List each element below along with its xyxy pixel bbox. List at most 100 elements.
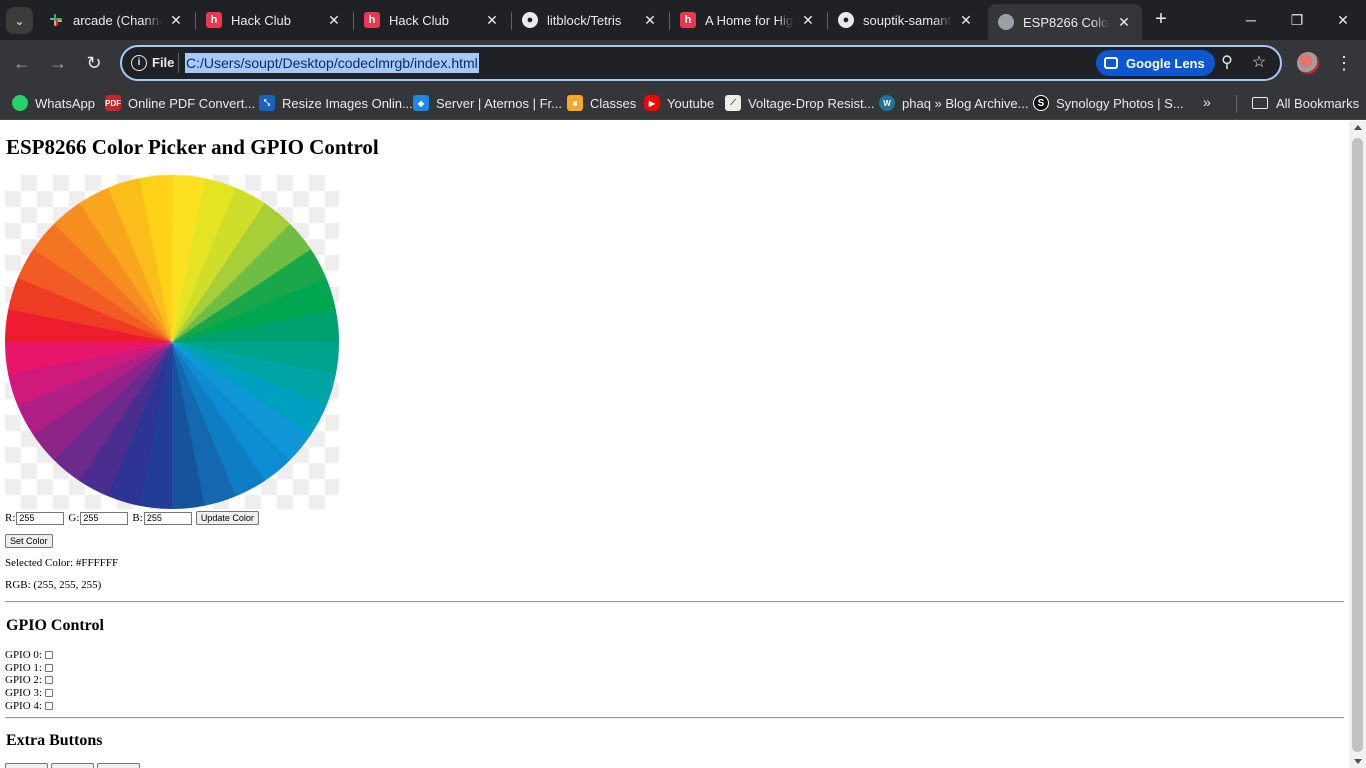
close-icon[interactable]: ✕ [800,12,816,29]
lens-icon [1104,57,1118,69]
tab-2[interactable]: h Hack Club ✕ [354,4,510,36]
bookmark-label: WhatsApp [35,95,95,111]
bookmark-label: Online PDF Convert... [128,95,256,111]
bookmark-youtube[interactable]: ▶ Youtube [644,92,714,114]
bookmark-resize[interactable]: ⤡ Resize Images Onlin... [259,92,413,114]
close-window-button[interactable]: ✕ [1320,0,1366,40]
scrollbar-thumb[interactable] [1352,138,1363,752]
bookmark-classes[interactable]: ■ Classes [567,92,636,114]
bookmark-phaq[interactable]: W phaq » Blog Archive... [879,92,1028,114]
selected-color-text: Selected Color: #FFFFFF [5,557,119,569]
extra-button-3[interactable] [97,763,140,768]
tab-title: Hack Club [231,12,291,28]
gpio-label: GPIO 3: [5,687,42,699]
all-bookmarks-label: All Bookmarks [1276,95,1360,111]
r-input[interactable] [16,511,65,525]
bookmark-synology[interactable]: S Synology Photos | S... [1033,92,1184,114]
tab-title: ESP8266 Color Picker [1023,14,1110,30]
hackclub-icon: h [364,12,380,28]
g-label: G: [68,512,80,524]
reload-button[interactable]: ↻ [82,51,106,75]
set-color-button[interactable]: Set Color [5,534,53,548]
zoom-icon[interactable]: ⚲ [1215,51,1239,75]
close-icon[interactable]: ✕ [958,12,974,29]
gpio-checkbox-2[interactable] [44,676,53,684]
info-icon[interactable]: i [131,55,147,71]
gpio-checkbox-1[interactable] [44,664,53,672]
tab-title: Hack Club [389,12,449,28]
bookmark-label: Resize Images Onlin... [282,95,413,111]
gpio-row-2: GPIO 2: [5,674,53,686]
tab-title: A Home for High School Hackers [705,12,794,28]
forward-button[interactable]: → [46,51,70,75]
tab-4[interactable]: h A Home for High School Hackers ✕ [670,4,826,36]
gpio-label: GPIO 2: [5,674,42,686]
r-label: R: [5,512,16,524]
bookmark-label: Voltage-Drop Resist... [748,95,875,111]
bookmark-star-icon[interactable]: ☆ [1247,51,1271,75]
extra-button-1[interactable] [5,763,48,768]
update-color-button[interactable]: Update Color [195,511,259,525]
restore-button[interactable]: ❐ [1274,0,1320,40]
divider [5,717,1344,719]
hackclub-icon: h [680,12,696,28]
close-icon[interactable]: ✕ [642,12,658,29]
scroll-up-arrow-icon[interactable] [1354,125,1362,130]
tab-title: souptik-samanta [863,12,952,28]
bookmark-label: Server | Aternos | Fr... [436,95,562,111]
gpio-heading: GPIO Control [6,617,104,634]
gpio-checkbox-3[interactable] [44,689,53,697]
page-title: ESP8266 Color Picker and GPIO Control [6,135,379,159]
gpio-checkbox-4[interactable] [44,702,53,710]
rgb-form: R: G: B: Update Color [5,510,259,526]
synology-icon: S [1033,95,1049,111]
gpio-row-1: GPIO 1: [5,662,53,674]
bookmark-aternos[interactable]: ◈ Server | Aternos | Fr... [413,92,562,114]
address-bar[interactable]: i File C:/Users/soupt/Desktop/codeclmrgb… [120,45,1282,81]
lens-label: Google Lens [1126,55,1205,71]
gpio-label: GPIO 4: [5,700,42,712]
b-input[interactable] [143,511,192,525]
kebab-menu-icon[interactable]: ⋮ [1334,50,1354,76]
close-icon[interactable]: ✕ [484,12,500,29]
bookmarks-overflow-icon[interactable]: » [1203,94,1211,110]
vertical-scrollbar[interactable] [1349,121,1366,768]
scroll-down-arrow-icon[interactable] [1354,759,1362,764]
back-button[interactable]: ← [10,51,34,75]
bookmark-label: Youtube [667,95,715,111]
g-input[interactable] [80,511,129,525]
close-icon[interactable]: ✕ [1116,14,1132,31]
tab-5[interactable]: ● souptik-samanta ✕ [828,4,984,36]
extra-button-2[interactable] [51,763,94,768]
new-tab-button[interactable]: + [1150,8,1172,30]
bookmark-whatsapp[interactable]: WhatsApp [12,92,95,114]
tab-6-active[interactable]: ESP8266 Color Picker ✕ [988,4,1142,40]
bookmarks-divider [1236,95,1237,113]
wordpress-icon: W [879,95,895,111]
bookmark-pdf[interactable]: PDF Online PDF Convert... [105,92,255,114]
close-icon[interactable]: ✕ [168,12,184,29]
all-bookmarks-button[interactable]: All Bookmarks [1252,92,1359,114]
color-wheel[interactable] [5,175,339,509]
bookmark-voltage-drop[interactable]: ⟋ Voltage-Drop Resist... [725,92,874,114]
tab-1[interactable]: h Hack Club ✕ [196,4,352,36]
gpio-row-3: GPIO 3: [5,687,53,699]
resistor-icon: ⟋ [725,95,741,111]
google-lens-button[interactable]: Google Lens [1096,50,1215,76]
tab-0[interactable]: arcade (Channel) - Hack Club - Slack ✕ [38,4,194,36]
tab-search-button[interactable]: ⌄ [6,7,33,34]
tab-title: litblock/Tetris [547,12,622,28]
bookmark-label: Synology Photos | S... [1056,95,1184,111]
profile-avatar[interactable] [1297,52,1319,74]
close-icon[interactable]: ✕ [326,12,342,29]
minimize-button[interactable]: ─ [1228,0,1274,40]
tab-3[interactable]: ● litblock/Tetris ✕ [512,4,668,36]
gpio-label: GPIO 0: [5,649,42,661]
gpio-row-4: GPIO 4: [5,700,53,712]
tab-title: arcade (Channel) - Hack Club - Slack [73,12,162,28]
extra-buttons-heading: Extra Buttons [6,732,103,749]
url-text[interactable]: C:/Users/soupt/Desktop/codeclmrgb/index.… [185,53,479,73]
color-wheel-svg[interactable] [5,175,339,509]
aternos-icon: ◈ [413,95,429,111]
gpio-checkbox-0[interactable] [44,651,53,659]
